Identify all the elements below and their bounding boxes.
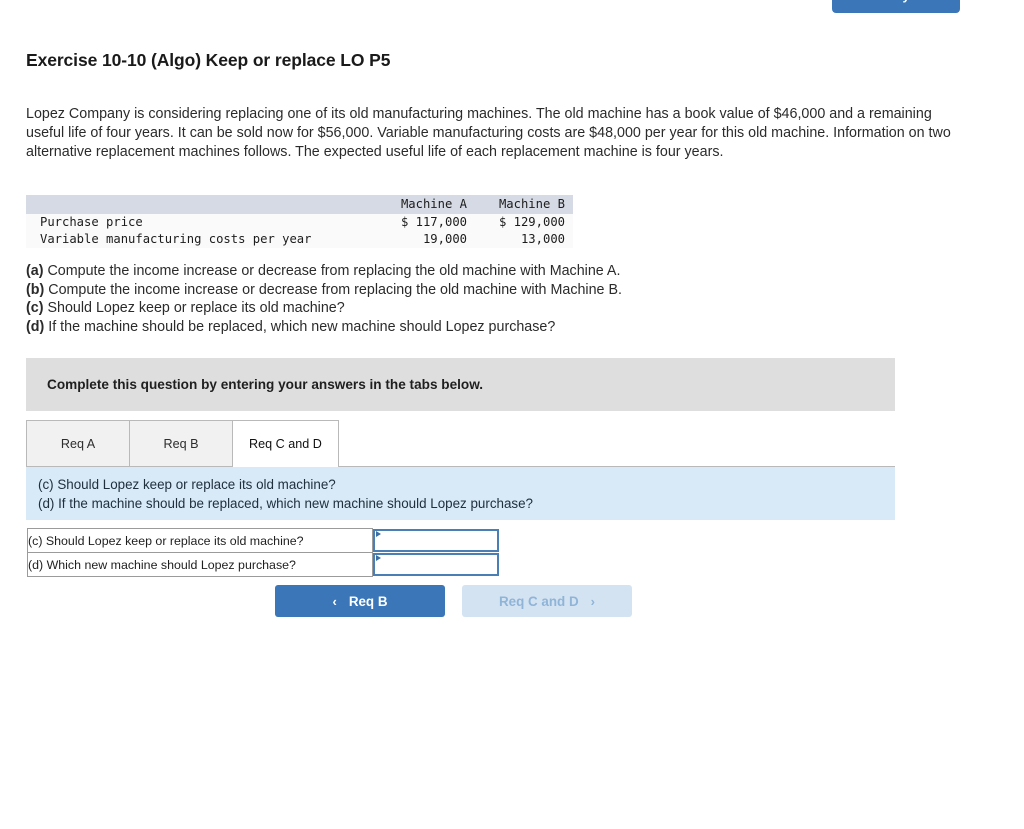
chevron-right-icon: › <box>591 595 595 608</box>
cell-variable-costs-machine-b: 13,000 <box>475 231 573 248</box>
instruction-bar: Complete this question by entering your … <box>26 358 895 411</box>
cell-purchase-price-machine-a: $ 117,000 <box>378 214 475 231</box>
sub-question-d-tag: (d) <box>26 319 44 335</box>
column-header-machine-a: Machine A <box>378 195 475 214</box>
requirement-tab-strip: Req A Req B Req C and D <box>26 421 895 467</box>
requirement-line-d: (d) If the machine should be replaced, w… <box>38 495 895 514</box>
table-row: Variable manufacturing costs per year 19… <box>26 231 573 248</box>
prev-requirement-button[interactable]: ‹ Req B <box>275 585 445 617</box>
column-header-machine-b: Machine B <box>475 195 573 214</box>
next-requirement-label: Req C and D <box>499 594 579 609</box>
sub-question-b-text: Compute the income increase or decrease … <box>44 282 622 298</box>
sub-question-c: (c) Should Lopez keep or replace its old… <box>26 299 926 318</box>
column-header-blank <box>26 195 378 214</box>
machine-comparison-table: Machine A Machine B Purchase price $ 117… <box>26 195 573 248</box>
answer-label-d: (d) Which new machine should Lopez purch… <box>28 553 373 577</box>
chevron-left-icon: ‹ <box>332 595 336 608</box>
next-requirement-button[interactable]: Req C and D › <box>462 585 632 617</box>
sub-question-a-tag: (a) <box>26 263 43 279</box>
prev-requirement-label: Req B <box>349 594 388 609</box>
answer-input-c[interactable] <box>373 529 499 552</box>
table-header-row: Machine A Machine B <box>26 195 573 214</box>
sub-question-b: (b) Compute the income increase or decre… <box>26 281 926 300</box>
tab-req-b[interactable]: Req B <box>129 420 233 466</box>
navigation-buttons: ‹ Req B Req C and D › <box>275 585 632 617</box>
cell-variable-costs-machine-a: 19,000 <box>378 231 475 248</box>
cell-purchase-price-machine-b: $ 129,000 <box>475 214 573 231</box>
sub-question-b-tag: (b) <box>26 282 44 298</box>
sub-question-c-tag: (c) <box>26 300 43 316</box>
requirement-line-c: (c) Should Lopez keep or replace its old… <box>38 476 895 495</box>
tab-req-c-and-d[interactable]: Req C and D <box>232 420 339 466</box>
sub-question-list: (a) Compute the income increase or decre… <box>26 262 926 336</box>
row-label-variable-costs: Variable manufacturing costs per year <box>26 231 378 248</box>
answer-input-d[interactable] <box>373 553 499 576</box>
exercise-intro-text: Lopez Company is considering replacing o… <box>26 105 961 162</box>
sub-question-d-text: If the machine should be replaced, which… <box>44 319 555 335</box>
table-row: Purchase price $ 117,000 $ 129,000 <box>26 214 573 231</box>
check-my-work-button[interactable]: Check my work <box>832 0 960 13</box>
requirement-description-panel: (c) Should Lopez keep or replace its old… <box>26 467 895 520</box>
answer-cell-c <box>373 529 503 553</box>
answer-cell-d <box>373 553 503 577</box>
answer-label-c: (c) Should Lopez keep or replace its old… <box>28 529 373 553</box>
tab-req-a[interactable]: Req A <box>26 420 130 466</box>
sub-question-d: (d) If the machine should be replaced, w… <box>26 318 926 337</box>
answer-row-d: (d) Which new machine should Lopez purch… <box>28 553 503 577</box>
page-title: Exercise 10-10 (Algo) Keep or replace LO… <box>26 50 390 71</box>
sub-question-a-text: Compute the income increase or decrease … <box>43 263 620 279</box>
answer-entry-table: (c) Should Lopez keep or replace its old… <box>27 528 503 577</box>
sub-question-c-text: Should Lopez keep or replace its old mac… <box>43 300 344 316</box>
row-label-purchase-price: Purchase price <box>26 214 378 231</box>
instruction-text: Complete this question by entering your … <box>47 377 483 392</box>
sub-question-a: (a) Compute the income increase or decre… <box>26 262 926 281</box>
answer-row-c: (c) Should Lopez keep or replace its old… <box>28 529 503 553</box>
